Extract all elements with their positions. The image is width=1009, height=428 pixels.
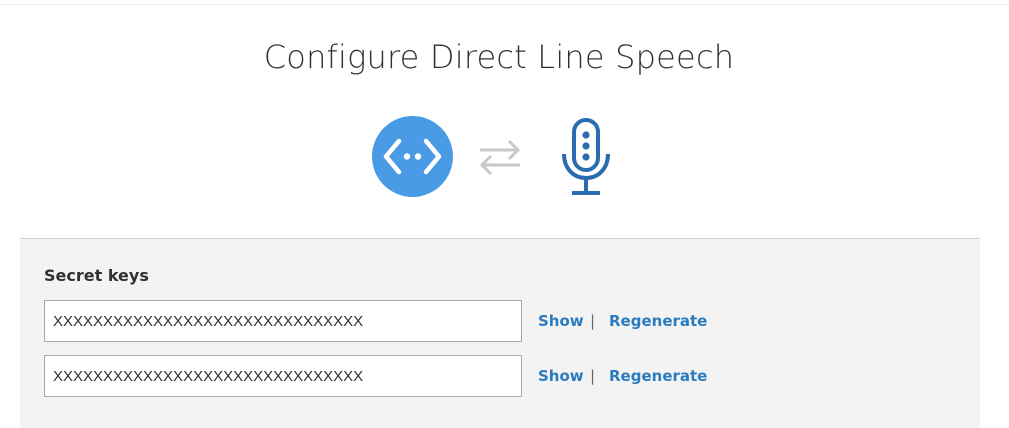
configure-direct-line-speech-page: Configure Direct Line Speech Secret keys xyxy=(0,0,1009,428)
connection-illustration xyxy=(372,116,612,197)
show-key-link[interactable]: Show xyxy=(538,367,584,385)
secret-key-row: Show | Regenerate xyxy=(44,300,744,344)
secret-keys-label: Secret keys xyxy=(44,266,149,285)
secret-key-field[interactable] xyxy=(44,355,522,397)
secret-key-field[interactable] xyxy=(44,300,522,342)
secret-keys-panel: Secret keys Show | Regenerate Show | Reg… xyxy=(20,238,980,428)
link-separator: | xyxy=(590,367,596,385)
link-separator: | xyxy=(590,312,596,330)
show-key-link[interactable]: Show xyxy=(538,312,584,330)
bot-channel-icon xyxy=(372,116,453,197)
swap-arrows-icon xyxy=(479,139,521,176)
secret-key-row: Show | Regenerate xyxy=(44,355,744,399)
page-title: Configure Direct Line Speech xyxy=(263,38,735,76)
microphone-icon xyxy=(562,118,610,195)
top-divider xyxy=(0,4,1009,5)
regenerate-key-link[interactable]: Regenerate xyxy=(609,312,707,330)
regenerate-key-link[interactable]: Regenerate xyxy=(609,367,707,385)
